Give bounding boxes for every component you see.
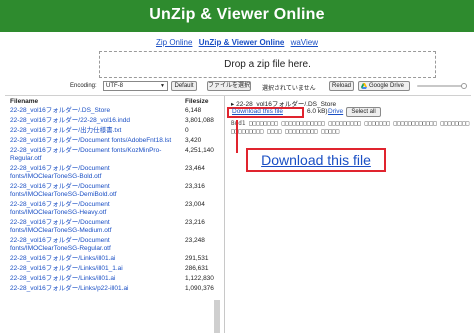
table-row[interactable]: 22-28_vol16フォルダー/Document fonts/AdobeFnt…	[10, 137, 220, 147]
file-name-link[interactable]: 22-28_vol16フォルダー/Document fonts/IMOClear…	[10, 183, 178, 199]
nav-unzip-viewer-online[interactable]: UnZip & Viewer Online	[199, 38, 285, 47]
file-name-link[interactable]: 22-28_vol16フォルダー/.DS_Store	[10, 107, 178, 115]
table-row[interactable]: 22-28_vol16フォルダー/Document fonts/IMOClear…	[10, 165, 220, 183]
file-name-link[interactable]: 22-28_vol16フォルダー/Links/ill01.ai	[10, 255, 178, 263]
slider-knob[interactable]	[461, 83, 467, 89]
file-preview: Bud1 □□□□□□□□ □□□□□□□□□□□□ □□□□□□□□□ □□□…	[231, 120, 470, 135]
encoding-select[interactable]: UTF-8 ▼	[103, 81, 168, 91]
google-drive-icon	[361, 83, 367, 89]
file-size: 1,122,830	[185, 275, 214, 282]
col-filename-header: Filename	[10, 98, 39, 105]
callout-connector	[236, 120, 238, 153]
chevron-down-icon: ▼	[160, 83, 165, 89]
file-name-link[interactable]: 22-28_vol16フォルダー/Document fonts/IMOClear…	[10, 201, 178, 217]
file-size: 6,148	[185, 107, 202, 114]
file-name-link[interactable]: 22-28_vol16フォルダー/Links/ill01_1.ai	[10, 265, 178, 273]
file-size: 286,631	[185, 265, 209, 272]
file-list: 22-28_vol16フォルダー/.DS_Store 6,148 22-28_vol…	[10, 107, 220, 295]
file-name-link[interactable]: 22-28_vol16フォルダー/22-28_vol16.indd	[10, 117, 178, 125]
table-row[interactable]: 22-28_vol16フォルダー/Links/ill01.ai 291,531	[10, 255, 220, 265]
download-link[interactable]: Download this file	[232, 108, 283, 115]
file-size: 291,531	[185, 255, 209, 262]
file-name-link[interactable]: 22-28_vol16フォルダー/Document fonts/IMOClear…	[10, 219, 178, 235]
table-row[interactable]: 22-28_vol16フォルダー/Links/ill01_1.ai 286,631	[10, 265, 220, 275]
file-name-link[interactable]: 22-28_vol16フォルダー/Links/ill01.ai	[10, 275, 178, 283]
drop-zone[interactable]: Drop a zip file here.	[99, 51, 436, 78]
file-size: 23,464	[185, 165, 205, 172]
encoding-label: Encoding:	[70, 83, 97, 89]
col-filesize-header: Filesize	[185, 98, 209, 105]
google-drive-label: Google Drive	[369, 83, 405, 89]
file-size: 3,801,088	[185, 117, 214, 124]
table-row[interactable]: 22-28_vol16フォルダー/Links/p22-ill01.ai 1,090…	[10, 285, 220, 295]
encoding-value: UTF-8	[106, 83, 123, 89]
top-nav: Zip Online UnZip & Viewer Online waView	[0, 38, 474, 47]
select-all-button[interactable]: Select all	[346, 107, 381, 117]
table-row[interactable]: 22-28_vol16フォルダー/.DS_Store 6,148	[10, 107, 220, 117]
file-size: 23,316	[185, 183, 205, 190]
file-name-link[interactable]: 22-28_vol16フォルダー/Links/p22-ill01.ai	[10, 285, 178, 293]
file-size: 23,004	[185, 201, 205, 208]
drop-zone-label: Drop a zip file here.	[224, 59, 311, 70]
file-size: 23,216	[185, 219, 205, 226]
app-title: UnZip & Viewer Online	[149, 6, 325, 23]
file-name-link[interactable]: 22-28_vol16フォルダー/Document fonts/IMOClear…	[10, 237, 178, 253]
drive-link[interactable]: Drive	[328, 108, 343, 115]
table-row[interactable]: 22-28_vol16フォルダー/Document fonts/IMOClear…	[10, 183, 220, 201]
nav-waview[interactable]: waView	[291, 38, 318, 47]
file-name-link[interactable]: 22-28_vol16フォルダー/出力仕様書.txt	[10, 127, 178, 135]
table-row[interactable]: 22-28_vol16フォルダー/22-28_vol16.indd 3,801,0…	[10, 117, 220, 127]
file-name-link[interactable]: 22-28_vol16フォルダー/Document fonts/AdobeFnt…	[10, 137, 178, 145]
file-size: 0	[185, 127, 189, 134]
panel-divider	[224, 96, 225, 333]
toolbar: Encoding: UTF-8 ▼ Default ファイルを選択 選択されてい…	[0, 81, 474, 93]
file-size-text: 6.0 kB)	[307, 108, 328, 115]
choose-file-button[interactable]: ファイルを選択	[207, 81, 251, 91]
table-row[interactable]: 22-28_vol16フォルダー/Document fonts/IMOClear…	[10, 201, 220, 219]
file-name-link[interactable]: 22-28_vol16フォルダー/Document fonts/KozMinPr…	[10, 147, 178, 163]
table-row[interactable]: 22-28_vol16フォルダー/Document fonts/IMOClear…	[10, 237, 220, 255]
divider	[5, 95, 471, 96]
default-button[interactable]: Default	[171, 81, 197, 91]
app-header: UnZip & Viewer Online	[0, 0, 474, 32]
no-file-text: 選択されていません	[262, 86, 316, 92]
table-row[interactable]: 22-28_vol16フォルダー/Document fonts/IMOClear…	[10, 219, 220, 237]
table-row[interactable]: 22-28_vol16フォルダー/Document fonts/KozMinPr…	[10, 147, 220, 165]
nav-zip-online[interactable]: Zip Online	[156, 38, 192, 47]
file-size: 1,090,376	[185, 285, 214, 292]
reload-button[interactable]: Reload	[329, 81, 354, 91]
google-drive-button[interactable]: Google Drive	[358, 81, 410, 91]
file-size: 3,420	[185, 137, 202, 144]
zoom-slider[interactable]	[417, 83, 467, 89]
file-size: 4,251,140	[185, 147, 214, 154]
download-callout: Download this file	[246, 148, 386, 172]
scrollbar-thumb[interactable]	[214, 300, 220, 333]
file-size: 23,248	[185, 237, 205, 244]
table-row[interactable]: 22-28_vol16フォルダー/Links/ill01.ai 1,122,830	[10, 275, 220, 285]
file-name-link[interactable]: 22-28_vol16フォルダー/Document fonts/IMOClear…	[10, 165, 178, 181]
table-row[interactable]: 22-28_vol16フォルダー/出力仕様書.txt 0	[10, 127, 220, 137]
